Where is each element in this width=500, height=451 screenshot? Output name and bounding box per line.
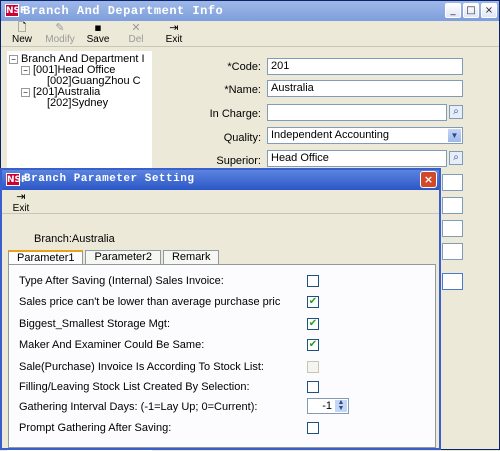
exit-door-icon: ⇥	[169, 21, 179, 34]
param-label: Biggest_Smallest Storage Mgt:	[19, 318, 171, 330]
close-icon[interactable]: ×	[481, 3, 497, 18]
app-logo-icon: NSF	[5, 4, 27, 17]
superior-field[interactable]: Head Office	[267, 150, 447, 167]
hidden-field[interactable]	[442, 243, 463, 260]
dialog-title: Branch Parameter Setting	[24, 173, 195, 185]
param-label: Gathering Interval Days: (-1=Lay Up; 0=C…	[19, 401, 258, 413]
param-checkbox[interactable]	[307, 422, 319, 434]
hidden-field[interactable]	[442, 197, 463, 214]
param-label: Prompt Gathering After Saving:	[19, 422, 172, 434]
main-titlebar[interactable]: NSF Branch And Department Info _ □ ×	[1, 1, 499, 21]
dialog-exit-button[interactable]: ⇥ Exit	[2, 190, 40, 215]
maximize-icon[interactable]: □	[463, 3, 479, 18]
branch-parameter-dialog: NSF Branch Parameter Setting × ⇥ Exit Br…	[0, 168, 441, 450]
hidden-field[interactable]	[442, 174, 463, 191]
param-checkbox-checked[interactable]: ✔	[307, 318, 319, 330]
hidden-field[interactable]	[442, 220, 463, 237]
param-label: Sale(Purchase) Invoice Is According To S…	[19, 361, 264, 373]
search-icon[interactable]: ⌕	[449, 151, 463, 165]
code-field[interactable]: 201	[267, 58, 463, 75]
new-button[interactable]: 🗋 New	[3, 21, 41, 46]
new-label: New	[11, 34, 32, 45]
quality-value: Independent Accounting	[271, 129, 390, 141]
gathering-days-spinner[interactable]: -1 ▲ ▼	[307, 398, 349, 414]
name-label: *Name:	[224, 84, 261, 96]
param-label: Maker And Examiner Could Be Same:	[19, 339, 205, 351]
tab-parameter2[interactable]: Parameter2	[85, 250, 161, 264]
hidden-field[interactable]	[442, 273, 463, 290]
name-field[interactable]: Australia	[267, 80, 463, 97]
param-label: Sales price can't be lower than average …	[19, 296, 281, 308]
dialog-exit-label: Exit	[12, 203, 30, 214]
param-checkbox[interactable]	[307, 275, 319, 287]
save-disk-icon: ▪	[94, 21, 102, 34]
tab-strip: Parameter1 Parameter2 Remark	[8, 250, 221, 265]
parameter-panel: Type After Saving (Internal) Sales Invoi…	[8, 264, 436, 448]
param-label: Filling/Leaving Stock List Created By Se…	[19, 381, 250, 393]
minimize-icon[interactable]: _	[445, 3, 461, 18]
delete-button[interactable]: ✕ Del	[117, 21, 155, 46]
close-icon[interactable]: ×	[420, 171, 437, 188]
tree-node-sydney[interactable]: [202]Sydney	[47, 97, 108, 109]
quality-label: Quality:	[223, 132, 261, 144]
save-label: Save	[86, 34, 110, 45]
chevron-down-icon[interactable]: ▼	[448, 129, 461, 142]
modify-icon: ✎	[55, 21, 65, 34]
exit-button[interactable]: ⇥ Exit	[155, 21, 193, 46]
dialog-toolbar: ⇥ Exit	[2, 190, 439, 214]
param-checkbox-disabled[interactable]	[307, 361, 319, 373]
param-checkbox-checked[interactable]: ✔	[307, 296, 319, 308]
tab-remark[interactable]: Remark	[162, 250, 220, 264]
modify-button[interactable]: ✎ Modify	[41, 21, 79, 46]
exit-label: Exit	[165, 34, 183, 45]
exit-door-icon: ⇥	[16, 190, 26, 203]
incharge-label: In Charge:	[209, 108, 261, 120]
delete-x-icon: ✕	[131, 21, 141, 34]
collapse-icon[interactable]: −	[21, 65, 30, 75]
param-checkbox-checked[interactable]: ✔	[307, 339, 319, 351]
param-checkbox[interactable]	[307, 381, 319, 393]
quality-select[interactable]: Independent Accounting ▼	[267, 127, 463, 144]
app-logo-icon: NSF	[6, 173, 28, 186]
tab-parameter1[interactable]: Parameter1	[8, 250, 84, 265]
collapse-icon[interactable]: −	[9, 54, 18, 64]
main-toolbar: 🗋 New ✎ Modify ▪ Save ✕ Del ⇥ Exit	[1, 21, 499, 47]
delete-label: Del	[128, 34, 144, 45]
code-label: *Code:	[227, 61, 261, 73]
new-document-icon: 🗋	[17, 21, 27, 34]
spin-arrows-icon[interactable]: ▲ ▼	[335, 399, 347, 412]
dialog-titlebar[interactable]: NSF Branch Parameter Setting ×	[2, 170, 439, 190]
gathering-days-value: -1	[322, 400, 332, 412]
incharge-field[interactable]	[267, 104, 447, 121]
param-label: Type After Saving (Internal) Sales Invoi…	[19, 275, 224, 287]
search-icon[interactable]: ⌕	[449, 105, 463, 119]
branch-name: Branch:Australia	[34, 233, 115, 245]
main-window-title: Branch And Department Info	[23, 4, 224, 18]
save-button[interactable]: ▪ Save	[79, 21, 117, 46]
collapse-icon[interactable]: −	[21, 87, 30, 97]
superior-label: Superior:	[216, 155, 261, 167]
modify-label: Modify	[45, 34, 75, 45]
